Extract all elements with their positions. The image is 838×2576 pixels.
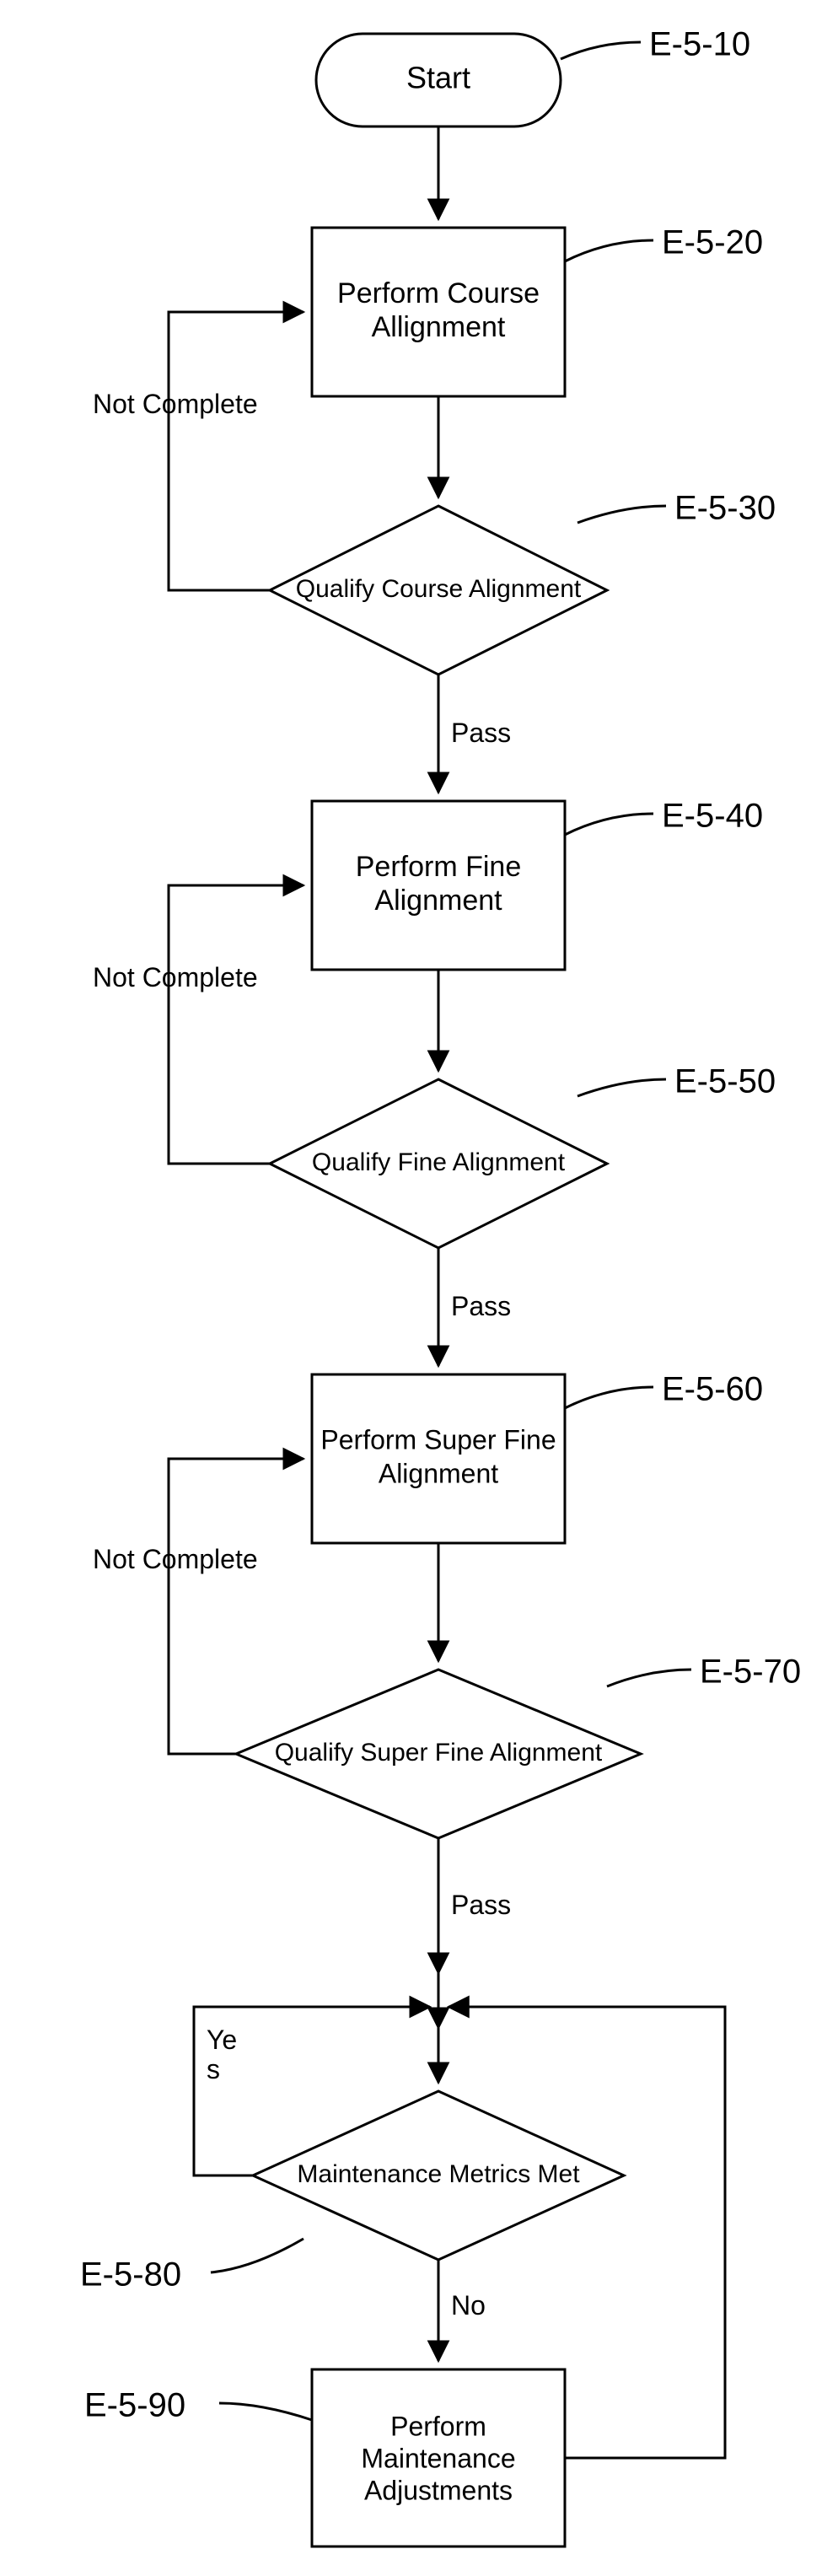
edge-n50-not-complete-label: Not Complete [93,962,258,992]
start-node: Start [316,34,561,126]
qualify-course-alignment-node: Qualify Course Alignment [270,506,607,675]
n60-label-2: Alignment [379,1458,498,1488]
n30-ref: E-5-30 [674,490,776,527]
n40-label-1: Perform Fine [356,851,522,883]
n60-label-1: Perform Super Fine [320,1424,556,1455]
edge-n50-to-n40-not-complete [169,885,304,1164]
qualify-super-fine-alignment-node: Qualify Super Fine Alignment [236,1670,641,1838]
n70-label: Qualify Super Fine Alignment [275,1739,603,1767]
edge-n30-not-complete-label: Not Complete [93,389,258,419]
n80-label: Maintenance Metrics Met [297,2160,580,2188]
n80-ref: E-5-80 [80,2256,181,2294]
perform-maintenance-adjustments-node: Perform Maintenance Adjustments [312,2369,565,2546]
edge-n70-to-n60-not-complete [169,1459,304,1754]
edge-n80-yes-label-2: s [207,2054,220,2084]
n40-label-2: Alignment [374,885,502,917]
edge-n80-yes-label-1: Ye [207,2025,237,2055]
edge-n50-pass-label: Pass [451,1291,511,1321]
n50-ref: E-5-50 [674,1063,776,1100]
n90-ref: E-5-90 [84,2387,185,2424]
n50-label: Qualify Fine Alignment [312,1148,566,1176]
n20-ref: E-5-20 [662,224,763,261]
n30-label: Qualify Course Alignment [296,575,582,603]
n20-label-2: Allignment [372,311,506,343]
n90-label-1: Perform [390,2411,486,2441]
edge-n80-no-label: No [451,2290,486,2321]
edge-n70-not-complete-label: Not Complete [93,1544,258,1574]
maintenance-metrics-met-node: Maintenance Metrics Met [253,2091,624,2260]
start-label: Start [406,61,470,95]
n60-ref: E-5-60 [662,1371,763,1408]
n70-ref: E-5-70 [700,1654,801,1691]
edge-n30-to-n20-not-complete [169,312,304,590]
n90-label-3: Adjustments [364,2475,513,2505]
n40-ref: E-5-40 [662,798,763,835]
perform-super-fine-alignment-node: Perform Super Fine Alignment [312,1374,565,1543]
start-ref: E-5-10 [649,26,750,63]
edge-n30-pass-label: Pass [451,718,511,748]
qualify-fine-alignment-node: Qualify Fine Alignment [270,1079,607,1248]
n20-label-1: Perform Course [337,277,540,309]
perform-fine-alignment-node: Perform Fine Alignment [312,801,565,970]
perform-course-alignment-node: Perform Course Allignment [312,228,565,396]
edge-n70-pass-label: Pass [451,1890,511,1920]
n90-label-2: Maintenance [361,2443,515,2473]
